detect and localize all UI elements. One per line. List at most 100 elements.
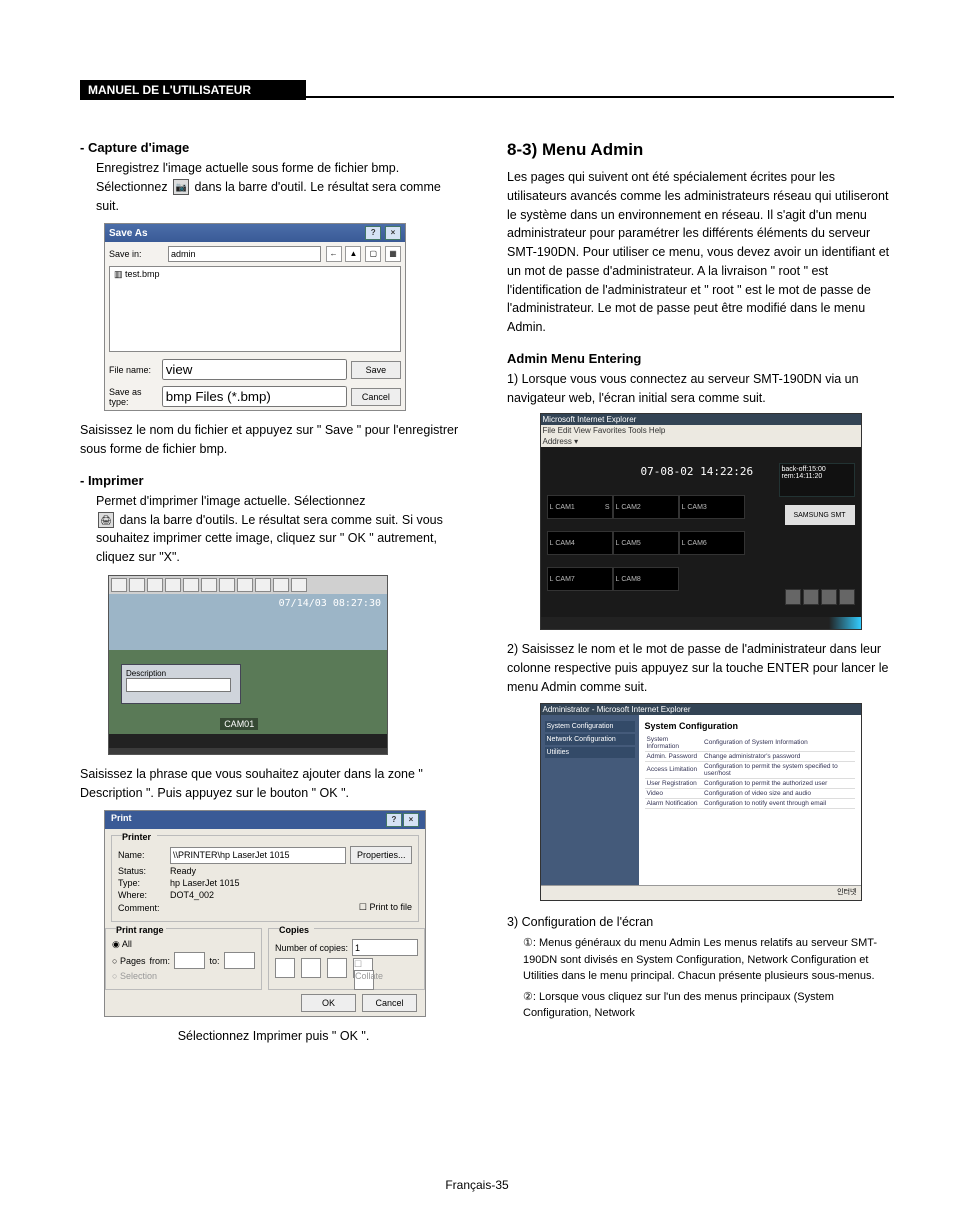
cfg-desc: Change administrator's password bbox=[702, 751, 854, 761]
capture-heading: - Capture d'image bbox=[80, 140, 467, 155]
tool-icon[interactable] bbox=[165, 578, 181, 592]
cancel-button[interactable]: Cancel bbox=[362, 994, 417, 1012]
sideline-2: rem:14:11:20 bbox=[782, 473, 852, 480]
liveview-content: 07-08-02 14:22:26 back-off:15:00 rem:14:… bbox=[541, 447, 861, 617]
filename-input[interactable] bbox=[162, 359, 347, 380]
cam-cell[interactable]: L CAM4 bbox=[547, 531, 613, 555]
file-list[interactable]: ▥ test.bmp bbox=[109, 266, 401, 352]
tool-icon[interactable] bbox=[291, 578, 307, 592]
cfg-key[interactable]: System Information bbox=[645, 735, 703, 752]
print-to-file-check[interactable]: ☐ Print to file bbox=[359, 902, 412, 913]
capture-text: Enregistrez l'image actuelle sous forme … bbox=[96, 159, 467, 215]
admin-entering-heading: Admin Menu Entering bbox=[507, 351, 894, 366]
from-label: from: bbox=[149, 956, 170, 966]
type-label: Type: bbox=[118, 878, 166, 888]
admin-sidebar: System Configuration Network Configurati… bbox=[541, 715, 639, 885]
cfg-key[interactable]: Access Limitation bbox=[645, 761, 703, 778]
admin-mainpanel: System Configuration System InformationC… bbox=[639, 715, 861, 885]
tool-icon[interactable] bbox=[237, 578, 253, 592]
radio-all[interactable]: ◉ All bbox=[112, 939, 132, 950]
timestamp: 07/14/03 08:27:30 bbox=[279, 598, 381, 609]
ctrl-icon[interactable] bbox=[821, 589, 837, 605]
server-datetime: 07-08-02 14:22:26 bbox=[641, 465, 754, 478]
ie-menubar: File Edit View Favorites Tools Help bbox=[541, 425, 861, 436]
sidebar-item-netconf[interactable]: Network Configuration bbox=[545, 734, 635, 745]
print-titlebar: Print ?× bbox=[105, 811, 425, 829]
back-icon[interactable]: ← bbox=[326, 246, 342, 262]
radio-pages[interactable]: ○ Pages bbox=[112, 956, 145, 966]
from-input[interactable] bbox=[174, 952, 206, 969]
views-icon[interactable]: ▦ bbox=[385, 246, 401, 262]
printer-name-dropdown[interactable] bbox=[170, 847, 346, 864]
up-icon[interactable]: ▲ bbox=[345, 246, 361, 262]
cam-cell[interactable]: L CAM3 bbox=[679, 495, 745, 519]
filetype-dropdown[interactable] bbox=[162, 386, 347, 407]
cam-cell[interactable]: L CAM2 bbox=[613, 495, 679, 519]
cfg-key[interactable]: User Registration bbox=[645, 778, 703, 788]
newfolder-icon[interactable]: ▢ bbox=[365, 246, 381, 262]
help-icon[interactable]: ? bbox=[365, 226, 381, 240]
cfg-key[interactable]: Admin. Password bbox=[645, 751, 703, 761]
print-dialog-title: Print bbox=[111, 813, 132, 827]
ok-button[interactable]: OK bbox=[301, 994, 356, 1012]
cfg-key[interactable]: Video bbox=[645, 788, 703, 798]
ie-statusbar: 인터넷 bbox=[541, 885, 861, 900]
cfg-desc: Configuration of video size and audio bbox=[702, 788, 854, 798]
type-value: hp LaserJet 1015 bbox=[170, 878, 240, 888]
print-text: Permet d'imprimer l'image actuelle. Séle… bbox=[96, 492, 467, 567]
page-footer: Français-35 bbox=[0, 1178, 954, 1192]
tool-icon[interactable] bbox=[111, 578, 127, 592]
tool-icon[interactable] bbox=[129, 578, 145, 592]
tool-icon[interactable] bbox=[255, 578, 271, 592]
ctrl-icon[interactable] bbox=[839, 589, 855, 605]
ie-titlebar: Microsoft Internet Explorer bbox=[541, 414, 861, 425]
tool-icon[interactable] bbox=[147, 578, 163, 592]
browser-liveview: Microsoft Internet Explorer File Edit Vi… bbox=[540, 413, 862, 630]
filename-label: File name: bbox=[109, 365, 158, 375]
to-input[interactable] bbox=[224, 952, 256, 969]
cam-cell[interactable]: L CAM7 bbox=[547, 567, 613, 591]
cfg-key[interactable]: Alarm Notification bbox=[645, 798, 703, 808]
desc-input[interactable] bbox=[126, 678, 231, 692]
print-p2: dans la barre d'outils. Le résultat sera… bbox=[96, 513, 443, 565]
window-controls: ? × bbox=[364, 226, 401, 240]
properties-button[interactable]: Properties... bbox=[350, 846, 412, 864]
collate-check[interactable]: ☐ Collate bbox=[353, 958, 373, 978]
printer-section-label: Printer bbox=[122, 832, 157, 842]
numcopies-input[interactable] bbox=[352, 939, 418, 956]
comment-label: Comment: bbox=[118, 903, 166, 913]
file-item[interactable]: ▥ test.bmp bbox=[114, 269, 160, 279]
save-button[interactable]: Save bbox=[351, 361, 401, 379]
toolbar-icons: ← ▲ ▢ ▦ bbox=[325, 246, 401, 262]
viewer-screenshot: 07/14/03 08:27:30 Description CAM01 bbox=[108, 575, 388, 755]
saveas-dialog: Save As ? × Save in: ← ▲ ▢ ▦ bbox=[104, 223, 406, 411]
sideline-1: back-off:15:00 bbox=[782, 466, 852, 473]
sidebar-item-sysconf[interactable]: System Configuration bbox=[545, 721, 635, 732]
close-icon[interactable]: × bbox=[385, 226, 401, 240]
cam-cell[interactable]: L CAM6 bbox=[679, 531, 745, 555]
print-range: Print range ◉ All ○ Pages from: to: ○ Se… bbox=[105, 928, 262, 990]
tool-icon[interactable] bbox=[183, 578, 199, 592]
help-icon[interactable]: ? bbox=[386, 813, 402, 827]
close-icon[interactable]: × bbox=[403, 813, 419, 827]
ctrl-icon[interactable] bbox=[803, 589, 819, 605]
tool-icon[interactable] bbox=[201, 578, 217, 592]
cam-cell[interactable]: L CAM1 S bbox=[547, 495, 613, 519]
menuadmin-heading: 8-3) Menu Admin bbox=[507, 140, 894, 160]
video-area: 07/14/03 08:27:30 Description CAM01 bbox=[109, 594, 387, 734]
range-label: Print range bbox=[116, 925, 166, 935]
printer-icon: 🖨 bbox=[98, 512, 114, 528]
savein-dropdown[interactable] bbox=[168, 246, 321, 262]
sidebar-item-utilities[interactable]: Utilities bbox=[545, 747, 635, 758]
cancel-button[interactable]: Cancel bbox=[351, 388, 401, 406]
where-value: DOT4_002 bbox=[170, 890, 214, 900]
tool-icon[interactable] bbox=[273, 578, 289, 592]
right-column: 8-3) Menu Admin Les pages qui suivent on… bbox=[507, 140, 894, 1050]
print-final: Sélectionnez Imprimer puis " OK ". bbox=[80, 1027, 467, 1046]
cam-cell[interactable]: L CAM8 bbox=[613, 567, 679, 591]
ctrl-icon[interactable] bbox=[785, 589, 801, 605]
collate-icon bbox=[275, 958, 295, 978]
tool-icon[interactable] bbox=[219, 578, 235, 592]
print-heading: - Imprimer bbox=[80, 473, 467, 488]
cam-cell[interactable]: L CAM5 bbox=[613, 531, 679, 555]
